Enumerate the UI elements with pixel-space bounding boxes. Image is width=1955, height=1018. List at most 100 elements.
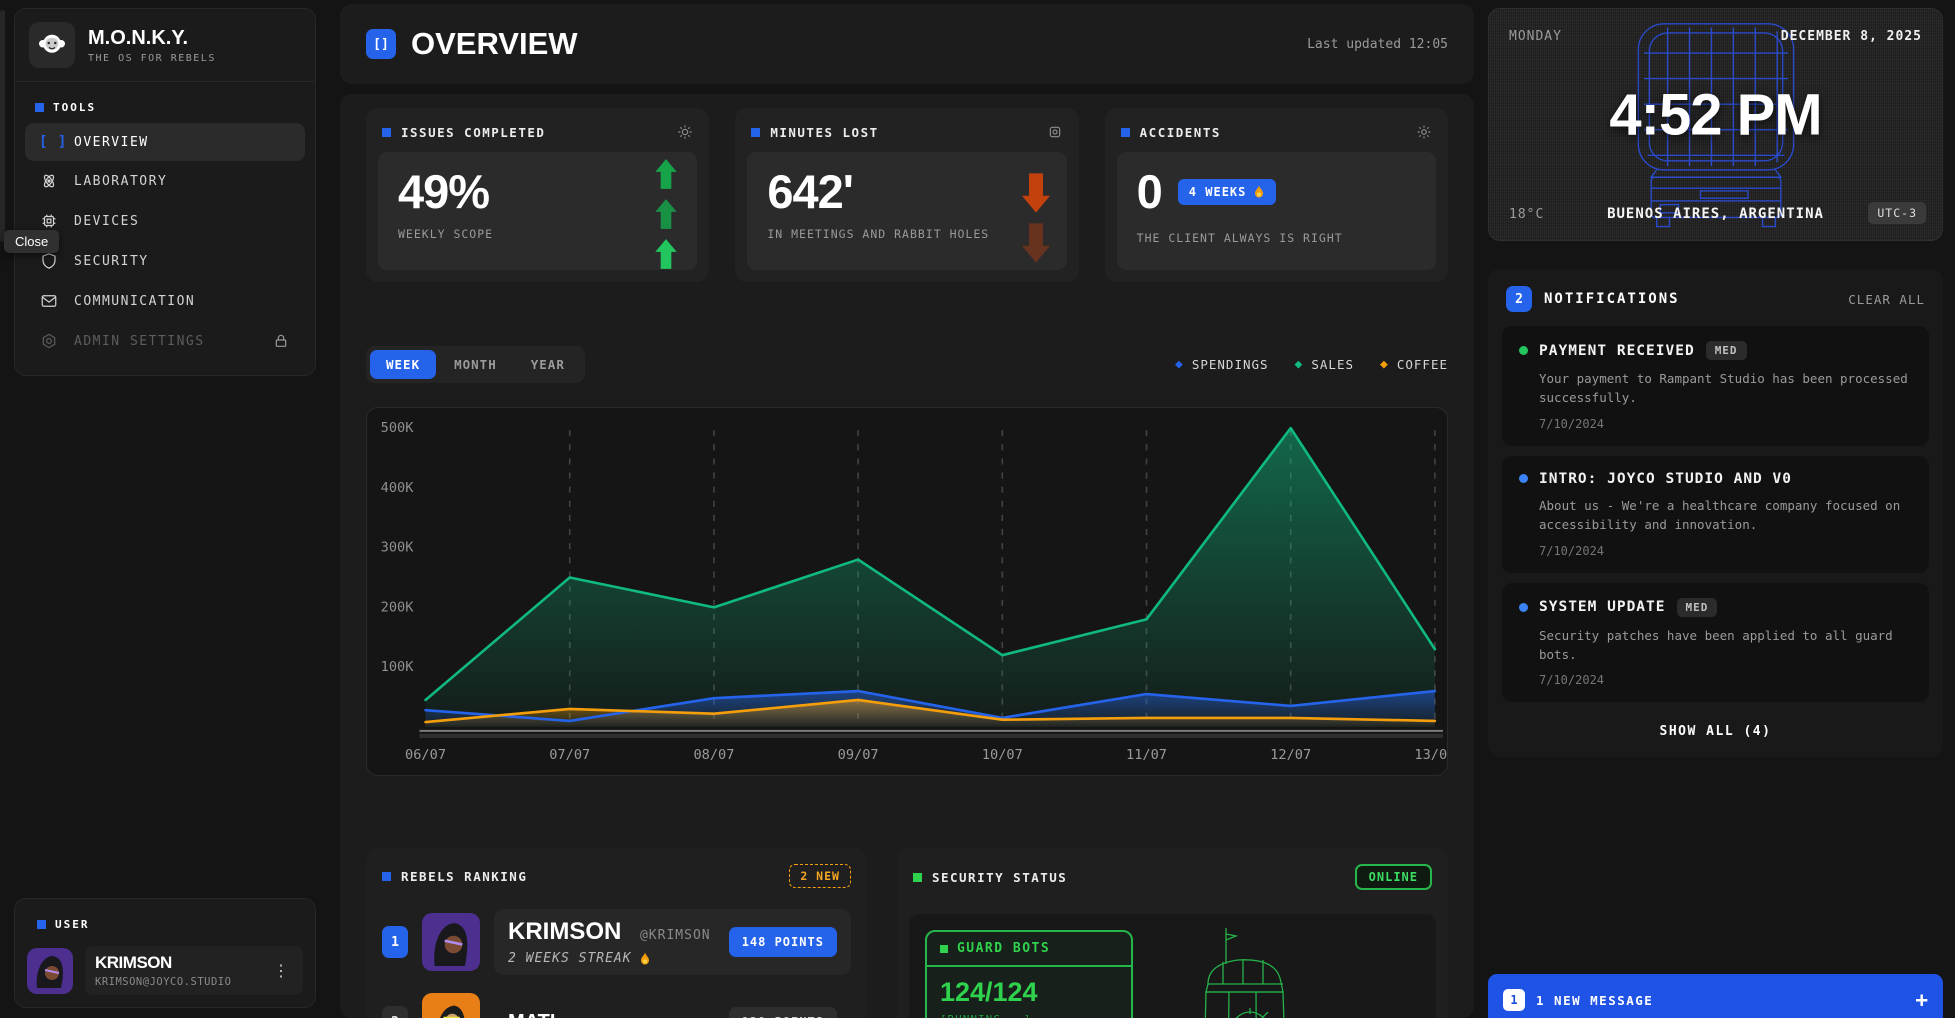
avatar xyxy=(422,913,480,971)
notification-item-intro[interactable]: INTRO: JOYCO STUDIO AND V0 About us - We… xyxy=(1502,456,1929,573)
tab-month[interactable]: MONTH xyxy=(438,350,513,379)
stats-grid: ISSUES COMPLETED 49% WEEKLY SCOPE xyxy=(366,108,1448,282)
user-section-label: USER xyxy=(27,909,303,940)
legend-spendings[interactable]: ◆ SPENDINGS xyxy=(1175,357,1269,372)
right-column: 4:52 PM MONDAY DECEMBER 8, 2025 18°C BUE… xyxy=(1488,0,1955,1018)
app-subtitle: THE OS FOR REBELS xyxy=(88,53,216,64)
stat-label: ACCIDENTS xyxy=(1140,125,1221,140)
sidebar-item-label: LABORATORY xyxy=(74,174,167,189)
brackets-icon: [ ] xyxy=(39,134,59,150)
user-menu-kebab-icon[interactable]: ⋮ xyxy=(269,961,293,980)
stat-settings-sun-icon[interactable] xyxy=(1416,124,1432,140)
clock-day: MONDAY xyxy=(1509,29,1562,44)
stat-header: ACCIDENTS xyxy=(1117,118,1436,152)
sidebar-collapse-handle[interactable] xyxy=(0,10,5,242)
sidebar-item-overview[interactable]: [ ] OVERVIEW xyxy=(25,123,305,161)
sidebar-item-devices[interactable]: DEVICES xyxy=(25,201,305,241)
security-header: SECURITY STATUS ONLINE xyxy=(909,858,1436,902)
tools-label: TOOLS xyxy=(53,101,96,114)
message-text: 1 NEW MESSAGE xyxy=(1536,993,1653,1008)
area-chart[interactable]: 100K200K300K400K500K06/0707/0708/0709/07… xyxy=(366,407,1448,776)
sidebar-nav: TOOLS [ ] OVERVIEW LABORATORY xyxy=(15,82,315,367)
svg-text:06/07: 06/07 xyxy=(405,747,446,763)
sidebar-item-communication[interactable]: COMMUNICATION xyxy=(25,281,305,321)
stat-value: 49% xyxy=(398,168,677,215)
ranking-texts: KRIMSON @KRIMSON 2 WEEKS STREAK xyxy=(508,918,711,966)
rebel-name: MATI xyxy=(508,1011,555,1018)
stat-settings-chip-icon[interactable] xyxy=(1047,124,1063,140)
tab-year[interactable]: YEAR xyxy=(515,350,581,379)
stat-caption: THE CLIENT ALWAYS IS RIGHT xyxy=(1137,231,1416,245)
flame-icon xyxy=(1253,185,1265,199)
tools-section-label: TOOLS xyxy=(25,92,305,123)
online-badge: ONLINE xyxy=(1355,864,1432,890)
guard-bots-box: GUARD BOTS 124/124 [RUNNING...] xyxy=(925,930,1133,1018)
chart-controls-row: WEEK MONTH YEAR ◆ SPENDINGS ◆ SALES ◆ CO… xyxy=(366,346,1448,383)
notifications-header: 2 NOTIFICATIONS CLEAR ALL xyxy=(1502,282,1929,326)
shield-icon xyxy=(39,252,59,270)
sidebar-item-security[interactable]: SECURITY xyxy=(25,241,305,281)
green-marker xyxy=(940,945,948,953)
notification-date: 7/10/2024 xyxy=(1539,544,1912,558)
notification-title: SYSTEM UPDATE xyxy=(1539,599,1666,615)
new-message-bar[interactable]: 1 1 NEW MESSAGE + xyxy=(1488,974,1943,1018)
streak-weeks-badge: 4 WEEKS xyxy=(1178,179,1277,205)
notification-date: 7/10/2024 xyxy=(1539,417,1912,431)
notification-item-payment[interactable]: PAYMENT RECEIVED MED Your payment to Ram… xyxy=(1502,326,1929,446)
stat-body: 642' IN MEETINGS AND RABBIT HOLES xyxy=(747,152,1066,270)
notification-count-badge: 2 xyxy=(1506,286,1532,312)
sidebar-item-label: OVERVIEW xyxy=(74,135,149,150)
new-count-badge: 2 NEW xyxy=(789,864,851,888)
tab-week[interactable]: WEEK xyxy=(370,350,436,379)
app-title: M.O.N.K.Y. xyxy=(88,27,216,50)
section-marker xyxy=(382,128,391,137)
value-row: 0 4 WEEKS xyxy=(1137,168,1416,215)
guard-bots-value: 124/124 xyxy=(940,977,1118,1008)
stat-label: ISSUES COMPLETED xyxy=(401,125,545,140)
chart-range-tabs: WEEK MONTH YEAR xyxy=(366,346,585,383)
avatar xyxy=(422,993,480,1018)
stat-header: ISSUES COMPLETED xyxy=(378,118,697,152)
svg-text:200K: 200K xyxy=(381,599,415,615)
svg-text:500K: 500K xyxy=(381,420,415,436)
user-email: KRIMSON@JOYCO.STUDIO xyxy=(95,976,231,988)
section-marker xyxy=(751,128,760,137)
user-row: KRIMSON KRIMSON@JOYCO.STUDIO ⋮ xyxy=(27,946,303,995)
notification-item-system-update[interactable]: SYSTEM UPDATE MED Security patches have … xyxy=(1502,583,1929,703)
stat-label: MINUTES LOST xyxy=(770,125,878,140)
name-line: KRIMSON @KRIMSON xyxy=(508,918,711,946)
sidebar-item-laboratory[interactable]: LABORATORY xyxy=(25,161,305,201)
sidebar-item-label: DEVICES xyxy=(74,214,139,229)
legend-coffee[interactable]: ◆ COFFEE xyxy=(1380,357,1448,372)
stat-settings-gear-icon[interactable] xyxy=(677,124,693,140)
ranking-row-2[interactable]: 2 MATI @MATI 129 POINTS xyxy=(378,984,855,1018)
rebel-name: KRIMSON xyxy=(508,918,621,945)
svg-text:13/07: 13/07 xyxy=(1414,747,1447,763)
svg-text:400K: 400K xyxy=(381,480,415,496)
user-name: KRIMSON xyxy=(95,953,231,973)
clock-date: DECEMBER 8, 2025 xyxy=(1781,29,1922,44)
guard-bots-header: GUARD BOTS xyxy=(927,932,1131,967)
user-meta: KRIMSON KRIMSON@JOYCO.STUDIO ⋮ xyxy=(85,946,303,995)
svg-text:11/07: 11/07 xyxy=(1126,747,1167,763)
gear-icon xyxy=(39,332,59,350)
notification-body: About us - We're a healthcare company fo… xyxy=(1539,496,1912,535)
sidebar-card: M.O.N.K.Y. THE OS FOR REBELS TOOLS [ ] O… xyxy=(14,8,316,376)
left-sidebar: Close M.O.N.K.Y. THE OS FOR REBELS TOOL xyxy=(0,0,326,1018)
plus-icon[interactable]: + xyxy=(1915,988,1928,1012)
sidebar-item-admin-settings[interactable]: ADMIN SETTINGS xyxy=(25,321,305,361)
svg-text:08/07: 08/07 xyxy=(693,747,734,763)
notifications-title: NOTIFICATIONS xyxy=(1544,291,1680,307)
stat-card-minutes: MINUTES LOST 642' IN MEETINGS AND RABBIT… xyxy=(735,108,1078,282)
ranking-row-1[interactable]: 1 KRIMSON @KRIMSON 2 WEEKS STREAK xyxy=(378,900,855,984)
show-all-button[interactable]: SHOW ALL (4) xyxy=(1502,712,1929,747)
clear-all-button[interactable]: CLEAR ALL xyxy=(1848,292,1925,307)
flame-icon xyxy=(639,952,651,966)
security-body: GUARD BOTS 124/124 [RUNNING...] FIREWALL xyxy=(909,914,1436,1018)
legend-sales[interactable]: ◆ SALES xyxy=(1295,357,1354,372)
main-content: ISSUES COMPLETED 49% WEEKLY SCOPE xyxy=(340,94,1474,1018)
stat-body: 49% WEEKLY SCOPE xyxy=(378,152,697,270)
guard-bot-wireframe xyxy=(1188,926,1318,1018)
message-count-badge: 1 xyxy=(1503,989,1525,1011)
svg-text:07/07: 07/07 xyxy=(549,747,590,763)
